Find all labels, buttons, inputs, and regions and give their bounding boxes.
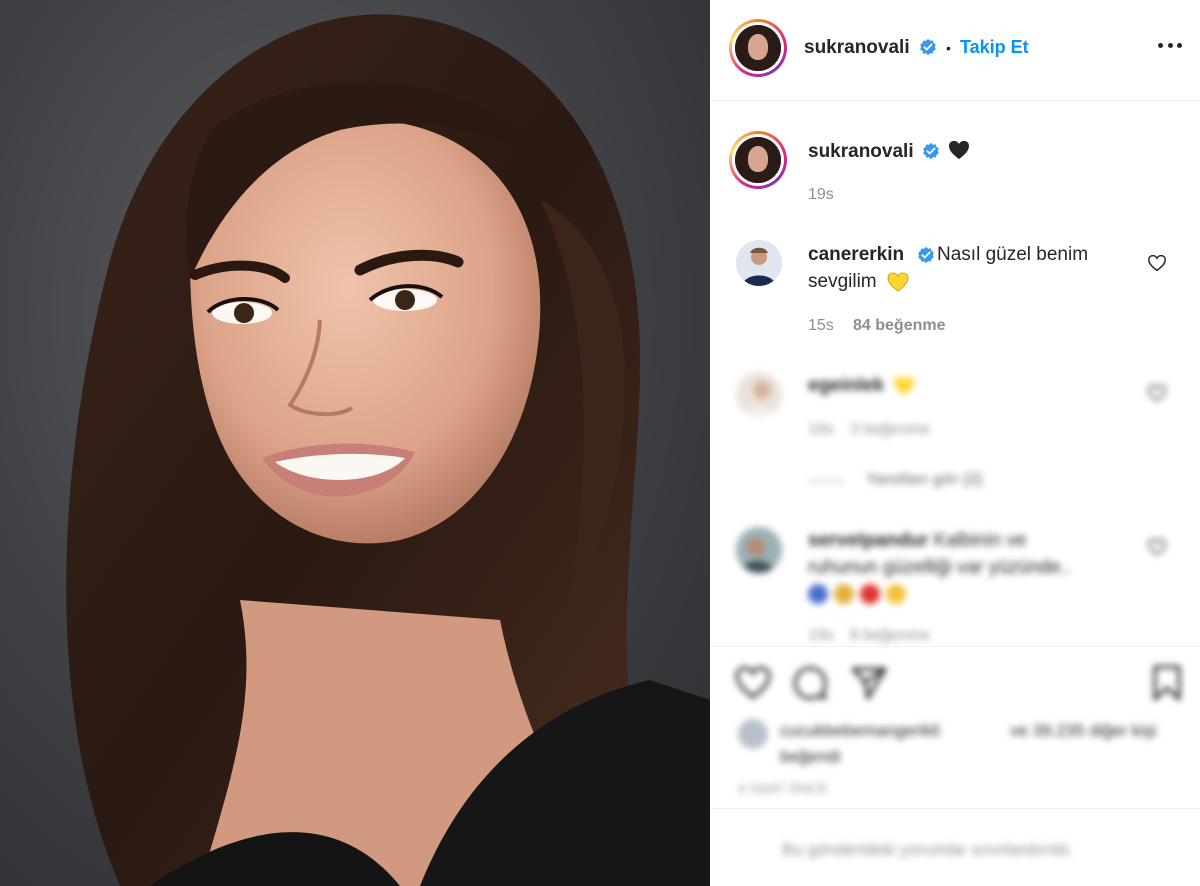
comment-likes[interactable]: 8 beğenme	[850, 627, 930, 645]
footer-divider	[710, 808, 1200, 809]
more-options-icon[interactable]	[1158, 40, 1182, 50]
share-plane-icon[interactable]	[849, 663, 889, 703]
follow-button[interactable]: Takip Et	[960, 37, 1029, 58]
post-header: sukranovali • Takip Et	[710, 0, 1200, 101]
comment-author[interactable]: canererkin	[808, 244, 904, 265]
avatar-image	[736, 240, 782, 286]
praying-hands-emoji-icon	[834, 584, 854, 604]
author-avatar[interactable]	[729, 19, 787, 77]
yellow-heart-icon	[894, 376, 914, 396]
comment-bubble-icon[interactable]	[790, 663, 830, 703]
avatar-image	[736, 527, 782, 573]
post-photo[interactable]	[0, 0, 710, 886]
comment-author[interactable]: egeinlek	[808, 372, 884, 399]
bookmark-save-icon[interactable]	[1147, 663, 1187, 703]
like-comment-heart-icon[interactable]	[1147, 384, 1167, 402]
comment-text-line2: ruhunun güzelliği var yüzünde..	[808, 557, 1072, 578]
yellow-heart-icon	[887, 272, 909, 292]
liker-avatar[interactable]	[738, 719, 768, 749]
liked-by-user[interactable]: cucukbebemangerikli	[780, 717, 940, 744]
commenter-avatar[interactable]	[736, 372, 782, 418]
comment-body: servetpandur Kalbinin ve ruhunun güzelli…	[808, 527, 1128, 581]
black-heart-icon	[949, 140, 969, 160]
red-heart-emoji-icon	[860, 584, 880, 604]
blue-circle-emoji-icon	[808, 584, 828, 604]
author-username[interactable]: sukranovali	[804, 37, 910, 59]
avatar-image	[736, 372, 782, 418]
comment-time: 19s	[808, 627, 834, 644]
like-comment-heart-icon[interactable]	[1147, 254, 1167, 272]
portrait-image	[66, 14, 710, 886]
smile-emoji-icon	[886, 584, 906, 604]
separator-dot: •	[946, 40, 951, 56]
caption-time: 19s	[808, 186, 834, 203]
post-details-panel: sukranovali • Takip Et sukranovali 19s c…	[710, 0, 1200, 886]
verified-badge-icon	[923, 142, 939, 160]
verified-badge-icon	[918, 246, 934, 264]
comments-limited-notice: Bu gönderideki yorumlar sınırlandırıldı.	[782, 840, 1074, 859]
view-replies-link[interactable]: Yanıtları gör (2)	[866, 471, 982, 489]
verified-badge-icon	[920, 38, 936, 56]
comment-time: 15s	[808, 317, 834, 334]
caption-author-avatar[interactable]	[729, 131, 787, 189]
like-comment-heart-icon[interactable]	[1147, 538, 1167, 556]
liked-by-text[interactable]: ve 39.235 diğer kişi	[1010, 717, 1156, 744]
comment-text-line2: sevgilim	[808, 271, 877, 292]
post-date: 4 SAAT ÖNCE	[738, 781, 829, 796]
commenter-avatar[interactable]	[736, 240, 782, 286]
like-heart-icon[interactable]	[733, 663, 773, 703]
comment-likes[interactable]: 84 beğenme	[853, 317, 945, 335]
commenter-avatar[interactable]	[736, 527, 782, 573]
comment-text-line1: Kalbinin ve	[933, 530, 1027, 551]
liked-by-text2: beğendi	[780, 747, 841, 766]
comment-text-line1: Nasıl güzel benim	[937, 244, 1089, 265]
emoji-row	[808, 582, 928, 606]
replies-divider	[808, 481, 844, 482]
comment-likes[interactable]: 3 beğenme	[850, 421, 930, 439]
comment-author[interactable]: servetpandur	[808, 530, 928, 551]
comment-time: 19s	[808, 421, 834, 438]
caption-author-username[interactable]: sukranovali	[808, 141, 914, 163]
